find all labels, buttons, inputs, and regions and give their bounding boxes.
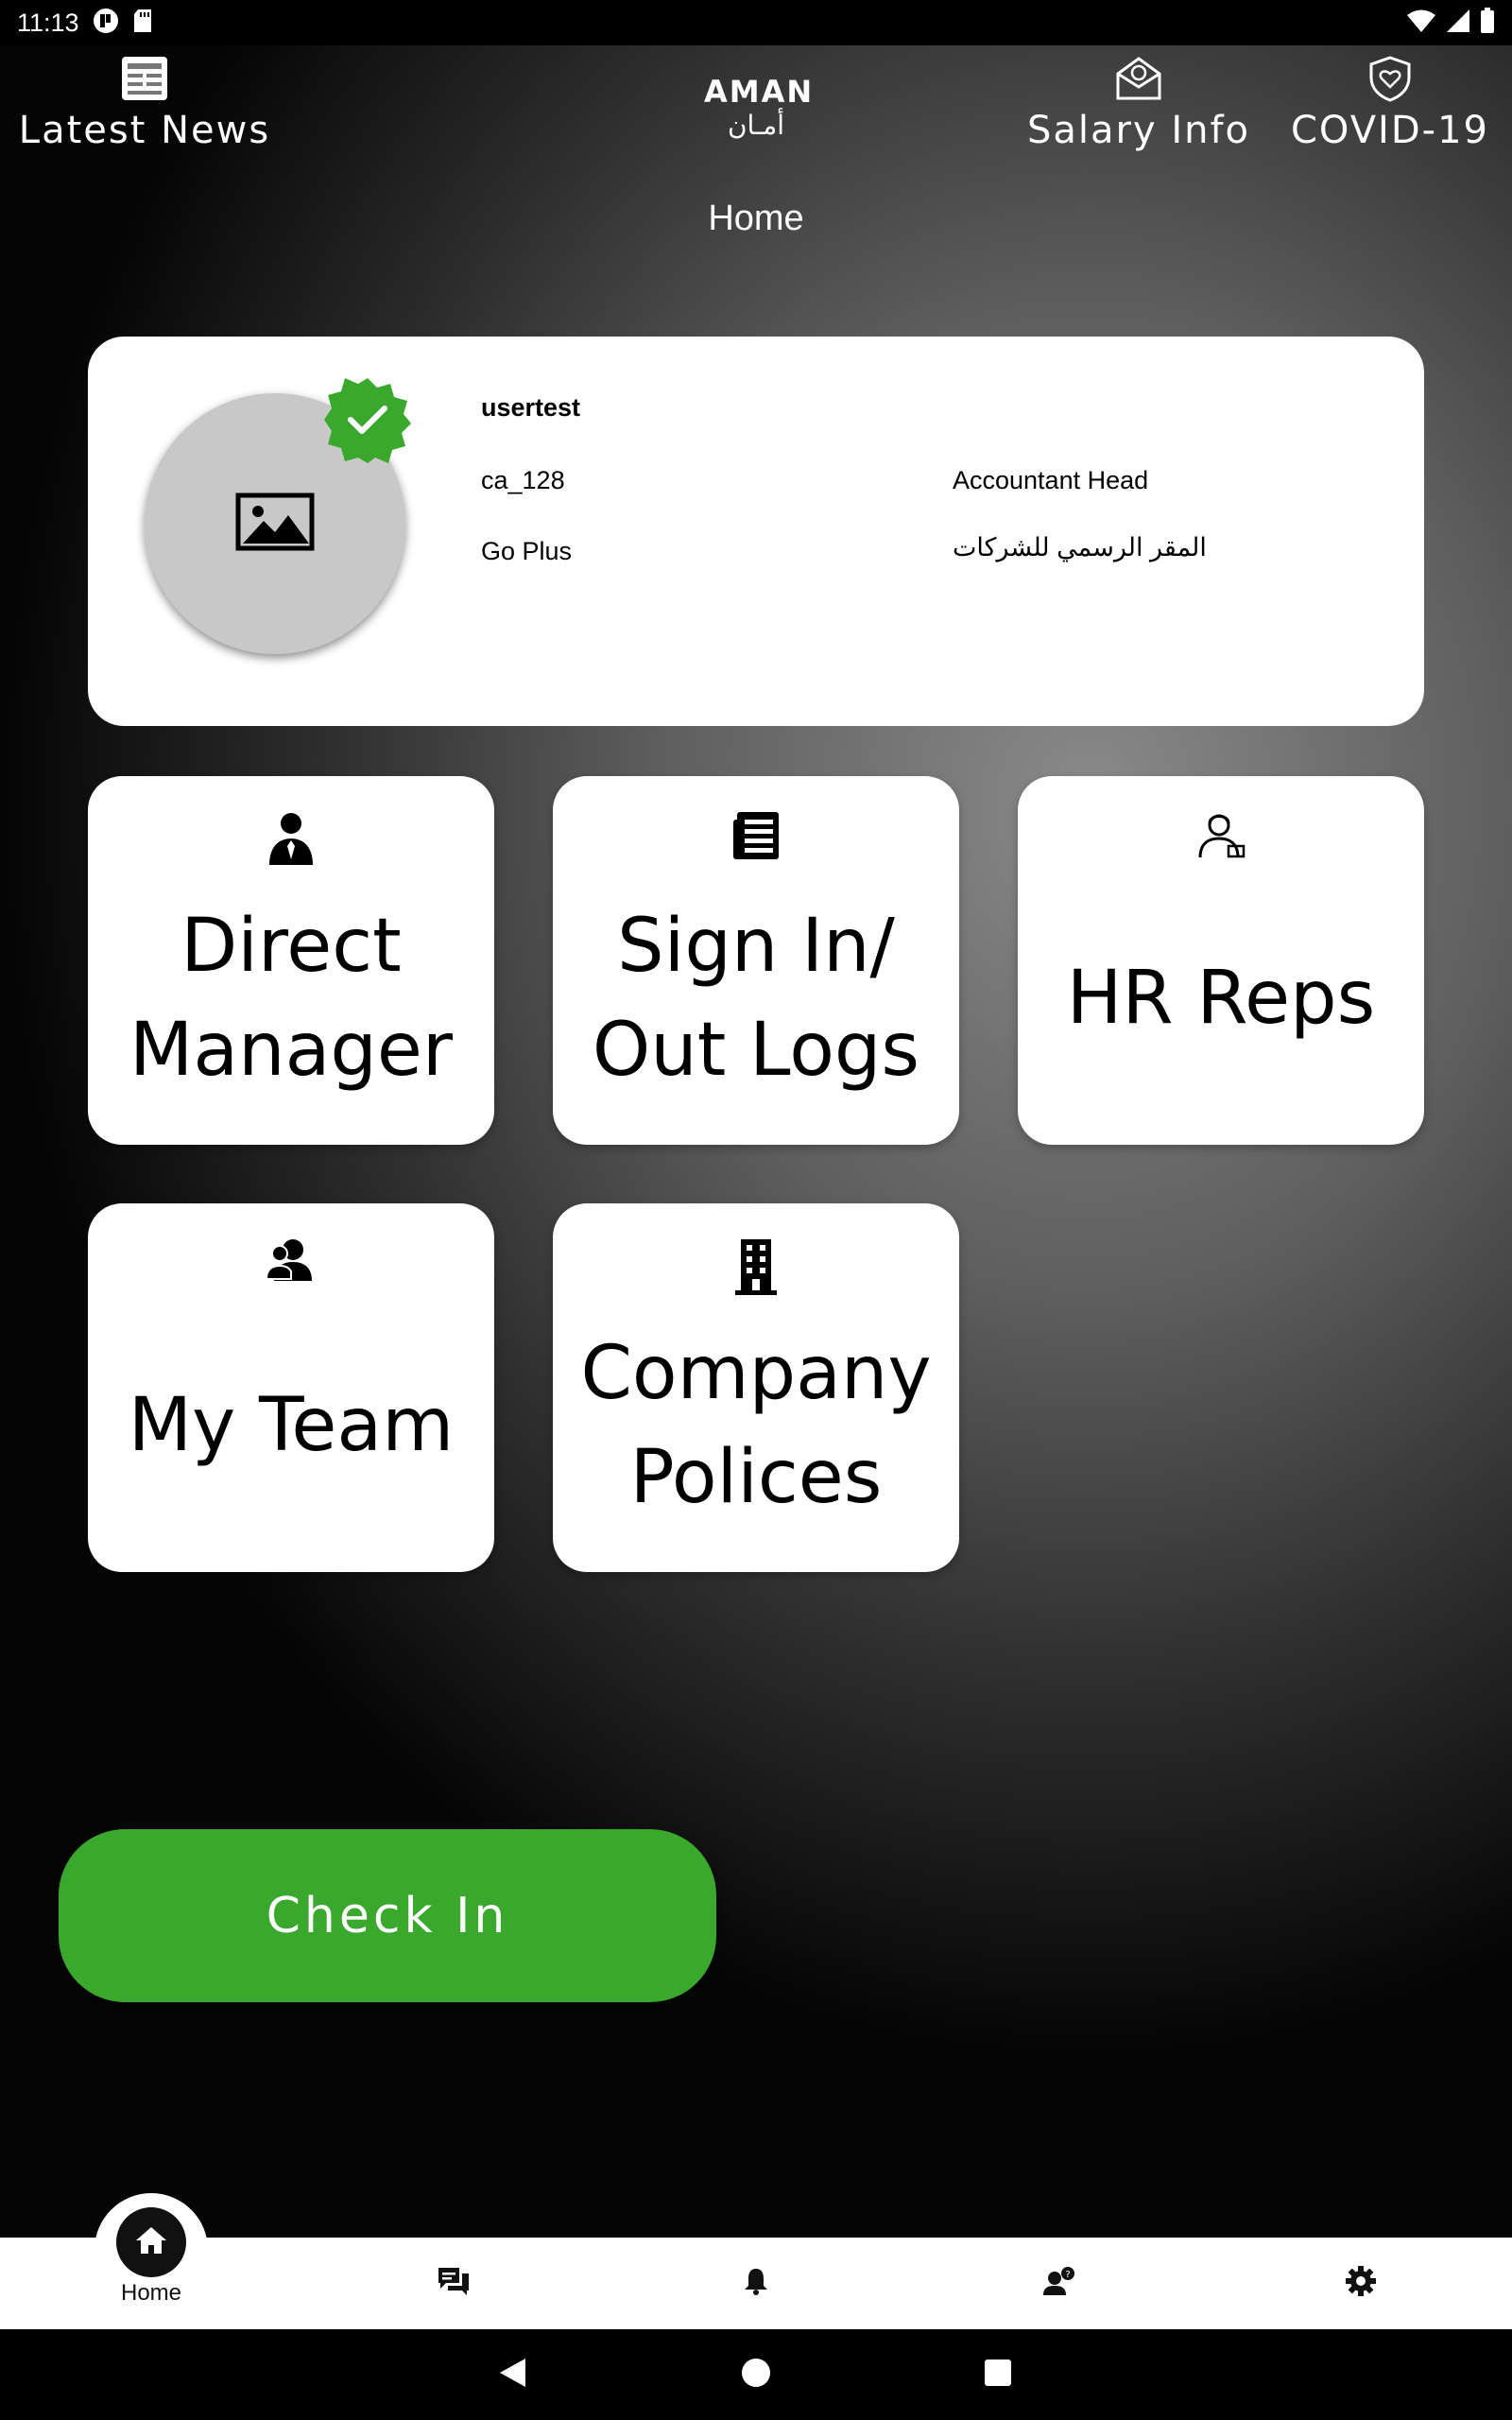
verified-badge-icon xyxy=(324,376,411,463)
logo-text-latin: AMAN xyxy=(704,74,815,110)
tab-settings[interactable] xyxy=(1340,2262,1382,2304)
check-in-label: Check In xyxy=(266,1887,509,1945)
direct-manager-tile[interactable]: Direct Manager xyxy=(88,776,494,1145)
salary-info-label: Salary Info xyxy=(1026,109,1251,152)
profile-name: usertest xyxy=(481,393,581,422)
wifi-icon xyxy=(1406,9,1436,37)
page-title: Home xyxy=(708,199,804,238)
profile-code: ca_128 xyxy=(481,466,565,494)
tile-label-line: Polices xyxy=(629,1435,883,1520)
home-icon xyxy=(134,2225,168,2259)
company-polices-label: Company Polices xyxy=(553,1298,959,1553)
profile-company: Go Plus xyxy=(481,537,573,565)
top-app-bar: Latest News AMAN أمـان Salary Info COVID… xyxy=(0,45,1512,159)
logo-text-arabic: أمـان xyxy=(727,110,785,141)
profile-branch: المقر الرسمي للشركات xyxy=(953,533,1207,562)
tab-chat[interactable] xyxy=(433,2262,474,2304)
hr-reps-label: HR Reps xyxy=(1018,871,1424,1126)
covid-19-button[interactable]: COVID-19 xyxy=(1285,55,1495,153)
chat-icon xyxy=(437,2266,471,2300)
my-team-label: My Team xyxy=(88,1298,494,1553)
tab-notifications[interactable] xyxy=(735,2262,777,2304)
recents-icon xyxy=(984,2359,1012,2391)
tile-label-line: Manager xyxy=(129,1008,453,1093)
sd-card-icon xyxy=(132,9,153,37)
tile-label-line: My Team xyxy=(128,1383,455,1468)
salary-info-button[interactable]: Salary Info xyxy=(1022,55,1255,153)
system-home-button[interactable] xyxy=(735,2354,777,2395)
system-back-button[interactable] xyxy=(491,2354,533,2395)
direct-manager-label: Direct Manager xyxy=(88,871,494,1126)
hr-rep-icon xyxy=(1018,810,1424,867)
tab-home-label: Home xyxy=(120,2280,182,2306)
battery-icon xyxy=(1480,8,1495,38)
sign-in-out-logs-label: Sign In/Out Logs xyxy=(553,871,959,1126)
tab-home[interactable] xyxy=(116,2207,186,2277)
newspaper-icon xyxy=(17,55,272,108)
home-circle-icon xyxy=(741,2358,771,2392)
tile-label-line: Company xyxy=(580,1331,932,1416)
company-polices-tile[interactable]: Company Polices xyxy=(553,1203,959,1572)
tile-label-line: Sign In/ xyxy=(617,904,895,989)
check-in-button[interactable]: Check In xyxy=(59,1829,716,2002)
bell-icon xyxy=(744,2267,768,2299)
sign-in-out-logs-tile[interactable]: Sign In/Out Logs xyxy=(553,776,959,1145)
status-time: 11:13 xyxy=(17,8,79,37)
person-tie-icon xyxy=(88,810,494,867)
profile-position: Accountant Head xyxy=(953,466,1149,494)
covid-19-label: COVID-19 xyxy=(1290,109,1489,152)
person-question-icon: ? xyxy=(1041,2266,1075,2300)
latest-news-label: Latest News xyxy=(18,109,271,152)
latest-news-button[interactable]: Latest News xyxy=(17,55,272,153)
aman-logo: AMAN أمـان xyxy=(704,74,815,149)
image-placeholder-icon xyxy=(235,493,315,555)
profile-card[interactable]: usertest ca_128 Accountant Head Go Plus … xyxy=(88,337,1424,726)
my-team-tile[interactable]: My Team xyxy=(88,1203,494,1572)
envelope-money-icon xyxy=(1022,55,1255,108)
shield-heart-icon xyxy=(1285,55,1495,108)
hr-reps-tile[interactable]: HR Reps xyxy=(1018,776,1424,1145)
status-bar: 11:13 xyxy=(0,0,1512,45)
gear-icon xyxy=(1345,2265,1377,2301)
tile-label-line: HR Reps xyxy=(1066,956,1376,1041)
tile-label-line: Out Logs xyxy=(592,1008,920,1093)
document-list-icon xyxy=(553,810,959,867)
system-recents-button[interactable] xyxy=(977,2354,1019,2395)
cell-signal-icon xyxy=(1446,9,1470,37)
building-icon xyxy=(553,1237,959,1295)
team-icon xyxy=(88,1237,494,1294)
svg-text:?: ? xyxy=(1065,2270,1070,2280)
tab-support[interactable]: ? xyxy=(1038,2262,1079,2304)
tile-label-line: Direct xyxy=(180,904,402,989)
circle-p-icon xyxy=(93,8,119,38)
back-icon xyxy=(497,2357,527,2393)
